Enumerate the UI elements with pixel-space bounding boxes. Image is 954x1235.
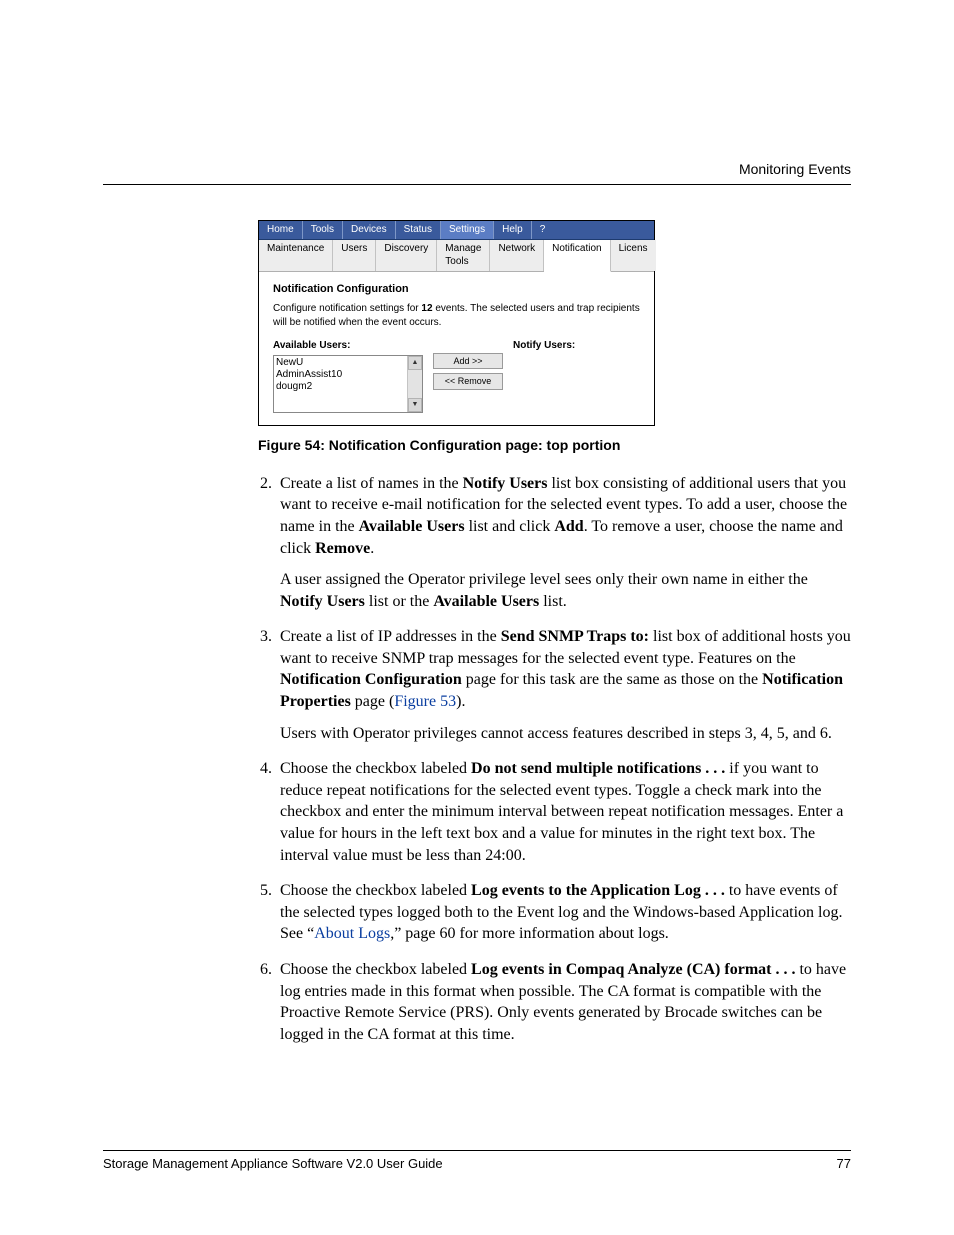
tab-home[interactable]: Home (259, 221, 303, 239)
step-text: Choose the checkbox labeled (280, 961, 471, 978)
subtab-notification[interactable]: Notification (544, 240, 610, 272)
step-text: . (370, 540, 374, 557)
step-text: A user assigned the Operator privilege l… (280, 571, 808, 588)
footer-rule (103, 1150, 851, 1151)
tab-tools[interactable]: Tools (303, 221, 343, 239)
step-text: Create a list of IP addresses in the (280, 628, 501, 645)
list-item[interactable]: NewU (276, 357, 405, 369)
available-users-listbox[interactable]: NewU AdminAssist10 dougm2 ▲ ▼ (273, 355, 423, 413)
subtab-licens[interactable]: Licens (611, 240, 656, 271)
step-bold: Do not send multiple notifications . . . (471, 760, 729, 777)
step-2-note: A user assigned the Operator privilege l… (280, 569, 851, 612)
screenshot-figure: Home Tools Devices Status Settings Help … (258, 220, 655, 426)
step-bold: Notification Configuration (280, 671, 462, 688)
page-number: 77 (837, 1155, 851, 1173)
scroll-up-icon[interactable]: ▲ (408, 356, 422, 370)
step-text: Create a list of names in the (280, 475, 463, 492)
subtab-discovery[interactable]: Discovery (376, 240, 437, 271)
config-desc-count: 12 (421, 303, 432, 314)
header-section-title: Monitoring Events (739, 160, 851, 179)
step-bold: Send SNMP Traps to: (501, 628, 649, 645)
step-text: Choose the checkbox labeled (280, 760, 471, 777)
step-bold: Available Users (359, 518, 465, 535)
figure-53-link[interactable]: Figure 53 (394, 693, 456, 710)
tab-status[interactable]: Status (396, 221, 441, 239)
tab-devices[interactable]: Devices (343, 221, 396, 239)
scrollbar[interactable]: ▲ ▼ (407, 356, 422, 412)
step-text: list and click (465, 518, 555, 535)
step-bold: Log events in Compaq Analyze (CA) format… (471, 961, 799, 978)
step-5: Choose the checkbox labeled Log events t… (276, 880, 851, 945)
step-bold: Available Users (433, 593, 539, 610)
step-3: Create a list of IP addresses in the Sen… (276, 626, 851, 744)
step-bold: Add (554, 518, 583, 535)
list-item[interactable]: AdminAssist10 (276, 369, 405, 381)
step-text: Choose the checkbox labeled (280, 882, 471, 899)
step-bold: Log events to the Application Log . . . (471, 882, 729, 899)
steps-list: Create a list of names in the Notify Use… (258, 473, 851, 1046)
footer-title: Storage Management Appliance Software V2… (103, 1155, 443, 1173)
subtab-maintenance[interactable]: Maintenance (259, 240, 333, 271)
step-4: Choose the checkbox labeled Do not send … (276, 758, 851, 866)
step-2: Create a list of names in the Notify Use… (276, 473, 851, 613)
config-desc-before: Configure notification settings for (273, 303, 421, 314)
add-button[interactable]: Add >> (433, 353, 503, 369)
step-bold: Notify Users (280, 593, 365, 610)
subtab-network[interactable]: Network (490, 240, 544, 271)
subtab-users[interactable]: Users (333, 240, 376, 271)
available-users-label: Available Users: (273, 339, 423, 353)
remove-button[interactable]: << Remove (433, 373, 503, 389)
primary-tabs: Home Tools Devices Status Settings Help … (259, 221, 654, 240)
step-6: Choose the checkbox labeled Log events i… (276, 959, 851, 1045)
step-bold: Notify Users (463, 475, 548, 492)
scroll-down-icon[interactable]: ▼ (408, 398, 422, 412)
tab-question[interactable]: ? (532, 221, 554, 239)
config-desc: Configure notification settings for 12 e… (273, 302, 640, 329)
step-bold: Remove (315, 540, 370, 557)
about-logs-link[interactable]: About Logs (314, 925, 390, 942)
step-text: list. (539, 593, 567, 610)
step-text: page ( (351, 693, 395, 710)
notify-users-label: Notify Users: (513, 339, 640, 353)
subtab-manage-tools[interactable]: Manage Tools (437, 240, 490, 271)
figure-caption: Figure 54: Notification Configuration pa… (258, 436, 851, 455)
step-text: ,” page 60 for more information about lo… (390, 925, 669, 942)
list-item[interactable]: dougm2 (276, 381, 405, 393)
step-text: ). (456, 693, 465, 710)
secondary-tabs: Maintenance Users Discovery Manage Tools… (259, 240, 654, 272)
tab-settings[interactable]: Settings (441, 221, 494, 239)
header-rule (103, 184, 851, 185)
step-text: list or the (365, 593, 433, 610)
config-title: Notification Configuration (273, 282, 640, 297)
figure-container: Home Tools Devices Status Settings Help … (258, 220, 851, 455)
tab-help[interactable]: Help (494, 221, 532, 239)
step-text: page for this task are the same as those… (462, 671, 762, 688)
step-3-note: Users with Operator privileges cannot ac… (280, 723, 851, 745)
